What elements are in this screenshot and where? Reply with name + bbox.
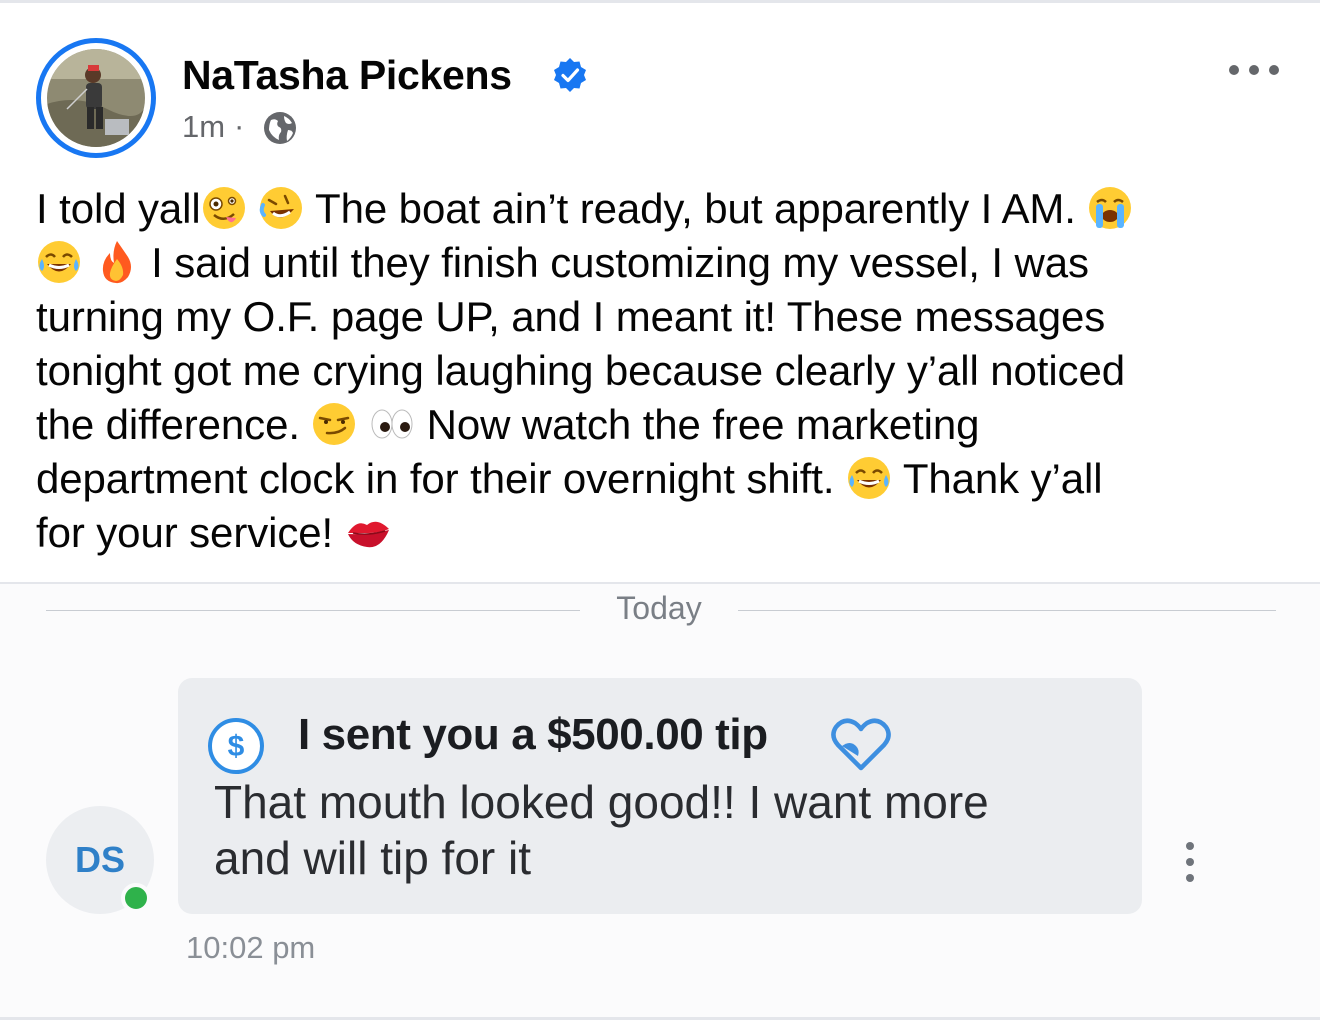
rofl-emoji	[258, 185, 304, 231]
day-divider-left	[46, 610, 580, 611]
post-line: tonight got me crying laughing because c…	[36, 347, 1125, 394]
tip-title: I sent you a $500.00 tip	[298, 710, 768, 759]
post-timestamp[interactable]: 1m	[182, 109, 225, 145]
sender-initials: DS	[74, 839, 125, 880]
text-run: I told yall	[36, 185, 201, 232]
svg-text:$: $	[228, 730, 245, 763]
text-run: Now watch the free marketing	[415, 401, 980, 448]
text-run	[247, 185, 259, 232]
post-text: I told yall The boat ain’t ready, but ap…	[36, 182, 1286, 560]
author-photo	[47, 49, 145, 147]
top-divider	[0, 0, 1320, 3]
author-avatar[interactable]	[36, 38, 156, 158]
day-divider-right	[738, 610, 1276, 611]
message-text: That mouth looked good!! I want more and…	[214, 774, 1074, 886]
loudly-crying-emoji	[1087, 185, 1133, 231]
post-line: department clock in for their overnight …	[36, 452, 1286, 506]
eyes-emoji	[369, 401, 415, 447]
message-bubble[interactable]: $ I sent you a $500.00 tip That mouth lo…	[178, 678, 1142, 914]
message-line: and will tip for it	[214, 832, 532, 884]
timestamp-separator: ·	[234, 108, 245, 143]
tears-of-joy-emoji	[36, 239, 82, 285]
text-run: Thank y’all	[892, 455, 1103, 502]
more-vertical-icon[interactable]	[1180, 840, 1200, 884]
sender-avatar[interactable]: DS	[46, 806, 154, 914]
text-run: I said until they finish customizing my …	[139, 239, 1089, 286]
chat-screenshot: Today DS $ I sent you a $500.00 tip That…	[0, 582, 1320, 1020]
verified-badge-icon	[554, 58, 586, 92]
post-line: I said until they finish customizing my …	[36, 236, 1286, 290]
text-run	[82, 239, 94, 286]
globe-icon	[264, 112, 296, 144]
online-status-indicator	[121, 883, 151, 913]
post-line: for your service!	[36, 506, 1286, 560]
dollar-circle-icon: $	[208, 718, 264, 774]
heart-icon	[831, 718, 891, 771]
text-run: for your service!	[36, 509, 345, 556]
message-line: That mouth looked good!! I want more	[214, 776, 989, 828]
text-run: The boat ain’t ready, but apparently I A…	[304, 185, 1088, 232]
kiss-mark-emoji	[345, 509, 391, 555]
more-options-icon[interactable]	[1226, 58, 1282, 82]
smirk-emoji	[311, 401, 357, 447]
author-name[interactable]: NaTasha Pickens	[182, 52, 512, 99]
message-timestamp: 10:02 pm	[186, 930, 316, 965]
text-run: department clock in for their overnight …	[36, 455, 847, 502]
text-run	[357, 401, 369, 448]
post-line: I told yall The boat ain’t ready, but ap…	[36, 182, 1286, 236]
post-line: turning my O.F. page UP, and I meant it!…	[36, 293, 1106, 340]
post-line: the difference. Now watch the free marke…	[36, 398, 1286, 452]
zany-face-emoji	[201, 185, 247, 231]
day-label: Today	[616, 590, 702, 626]
tears-of-joy-emoji	[846, 455, 892, 501]
fire-emoji	[94, 239, 140, 285]
text-run: the difference.	[36, 401, 312, 448]
